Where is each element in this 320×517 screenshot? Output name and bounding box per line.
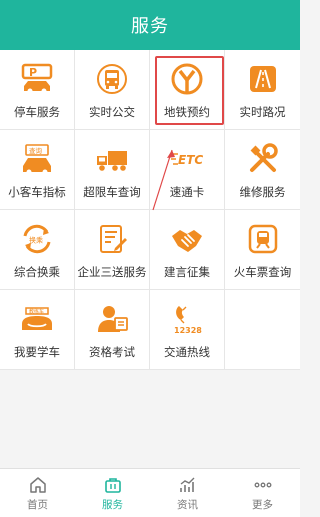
- service-traffic-hotline[interactable]: 12328 交通热线: [150, 290, 225, 370]
- svg-text:查询: 查询: [29, 146, 43, 155]
- document-edit-icon: [100, 225, 127, 253]
- service-etc-card[interactable]: ETC 速通卡: [150, 130, 225, 210]
- service-parking[interactable]: P 停车服务: [0, 50, 75, 130]
- service-transfer[interactable]: 换乘 综合换乘: [0, 210, 75, 290]
- metro-icon: [171, 63, 203, 95]
- service-learn-driving[interactable]: 教练车 我要学车: [0, 290, 75, 370]
- page-title: 服务: [131, 16, 169, 37]
- service-enterprise[interactable]: 企业三送服务: [75, 210, 150, 290]
- wrench-icon: [249, 143, 278, 172]
- tab-services[interactable]: 服务: [75, 469, 150, 517]
- service-overlimit-truck[interactable]: 超限车查询: [75, 130, 150, 210]
- traffic-road-icon: [249, 66, 276, 92]
- handshake-icon: [172, 230, 202, 252]
- tab-more[interactable]: 更多: [225, 469, 300, 517]
- svg-text:教练车: 教练车: [29, 308, 44, 315]
- tab-label: 资讯: [177, 498, 198, 511]
- service-grid: P 停车服务 实时公交 地铁预约 实时路况 查询 小客车指标 超限车查询 ETC…: [0, 50, 300, 370]
- service-label: 小客车指标: [8, 185, 66, 199]
- learner-car-icon: 教练车: [22, 307, 52, 330]
- service-label: 超限车查询: [83, 185, 141, 199]
- briefcase-icon: [104, 477, 121, 493]
- app-header: 服务: [0, 0, 300, 50]
- service-realtime-bus[interactable]: 实时公交: [75, 50, 150, 130]
- more-dots-icon: [254, 482, 271, 487]
- etc-icon: ETC: [171, 153, 203, 167]
- svg-text:12328: 12328: [174, 326, 202, 335]
- service-metro-reservation[interactable]: 地铁预约: [150, 50, 225, 130]
- service-realtime-traffic[interactable]: 实时路况: [225, 50, 300, 130]
- empty-cell: [225, 290, 300, 370]
- service-label: 我要学车: [14, 345, 60, 359]
- tab-label: 服务: [102, 498, 123, 511]
- service-suggestions[interactable]: 建言征集: [150, 210, 225, 290]
- svg-text:换乘: 换乘: [29, 236, 43, 245]
- service-label: 火车票查询: [233, 265, 292, 279]
- service-train-ticket[interactable]: 火车票查询: [225, 210, 300, 290]
- service-label: 速通卡: [169, 185, 205, 199]
- service-label: 停车服务: [14, 105, 60, 119]
- train-icon: [248, 224, 277, 254]
- service-label: 资格考试: [89, 345, 135, 359]
- chart-trend-icon: [179, 477, 194, 492]
- service-qualification-exam[interactable]: 资格考试: [75, 290, 150, 370]
- service-repair[interactable]: 维修服务: [225, 130, 300, 210]
- bottom-tab-bar: 首页 服务 资讯 更多: [0, 468, 300, 517]
- service-label: 实时公交: [89, 105, 135, 119]
- tab-label: 更多: [252, 498, 273, 511]
- truck-icon: [97, 151, 127, 171]
- car-icon: 查询: [23, 144, 51, 175]
- service-label: 维修服务: [239, 185, 286, 199]
- tab-label: 首页: [27, 498, 48, 511]
- svg-text:ETC: ETC: [178, 153, 203, 167]
- service-label: 交通热线: [164, 345, 210, 359]
- hotline-icon: 12328: [174, 306, 202, 335]
- service-label: 地铁预约: [164, 105, 210, 119]
- service-car-quota[interactable]: 查询 小客车指标: [0, 130, 75, 210]
- bus-icon: [97, 64, 127, 94]
- home-icon: [29, 476, 46, 493]
- service-label: 建言征集: [164, 265, 210, 279]
- exam-icon: [98, 306, 128, 332]
- service-label: 实时路况: [239, 105, 286, 119]
- parking-icon: P: [21, 63, 53, 94]
- transfer-icon: 换乘: [23, 224, 51, 254]
- service-label: 综合换乘: [14, 265, 60, 279]
- svg-text:P: P: [29, 66, 37, 79]
- tab-home[interactable]: 首页: [0, 469, 75, 517]
- service-label: 企业三送服务: [77, 265, 147, 279]
- tab-news[interactable]: 资讯: [150, 469, 225, 517]
